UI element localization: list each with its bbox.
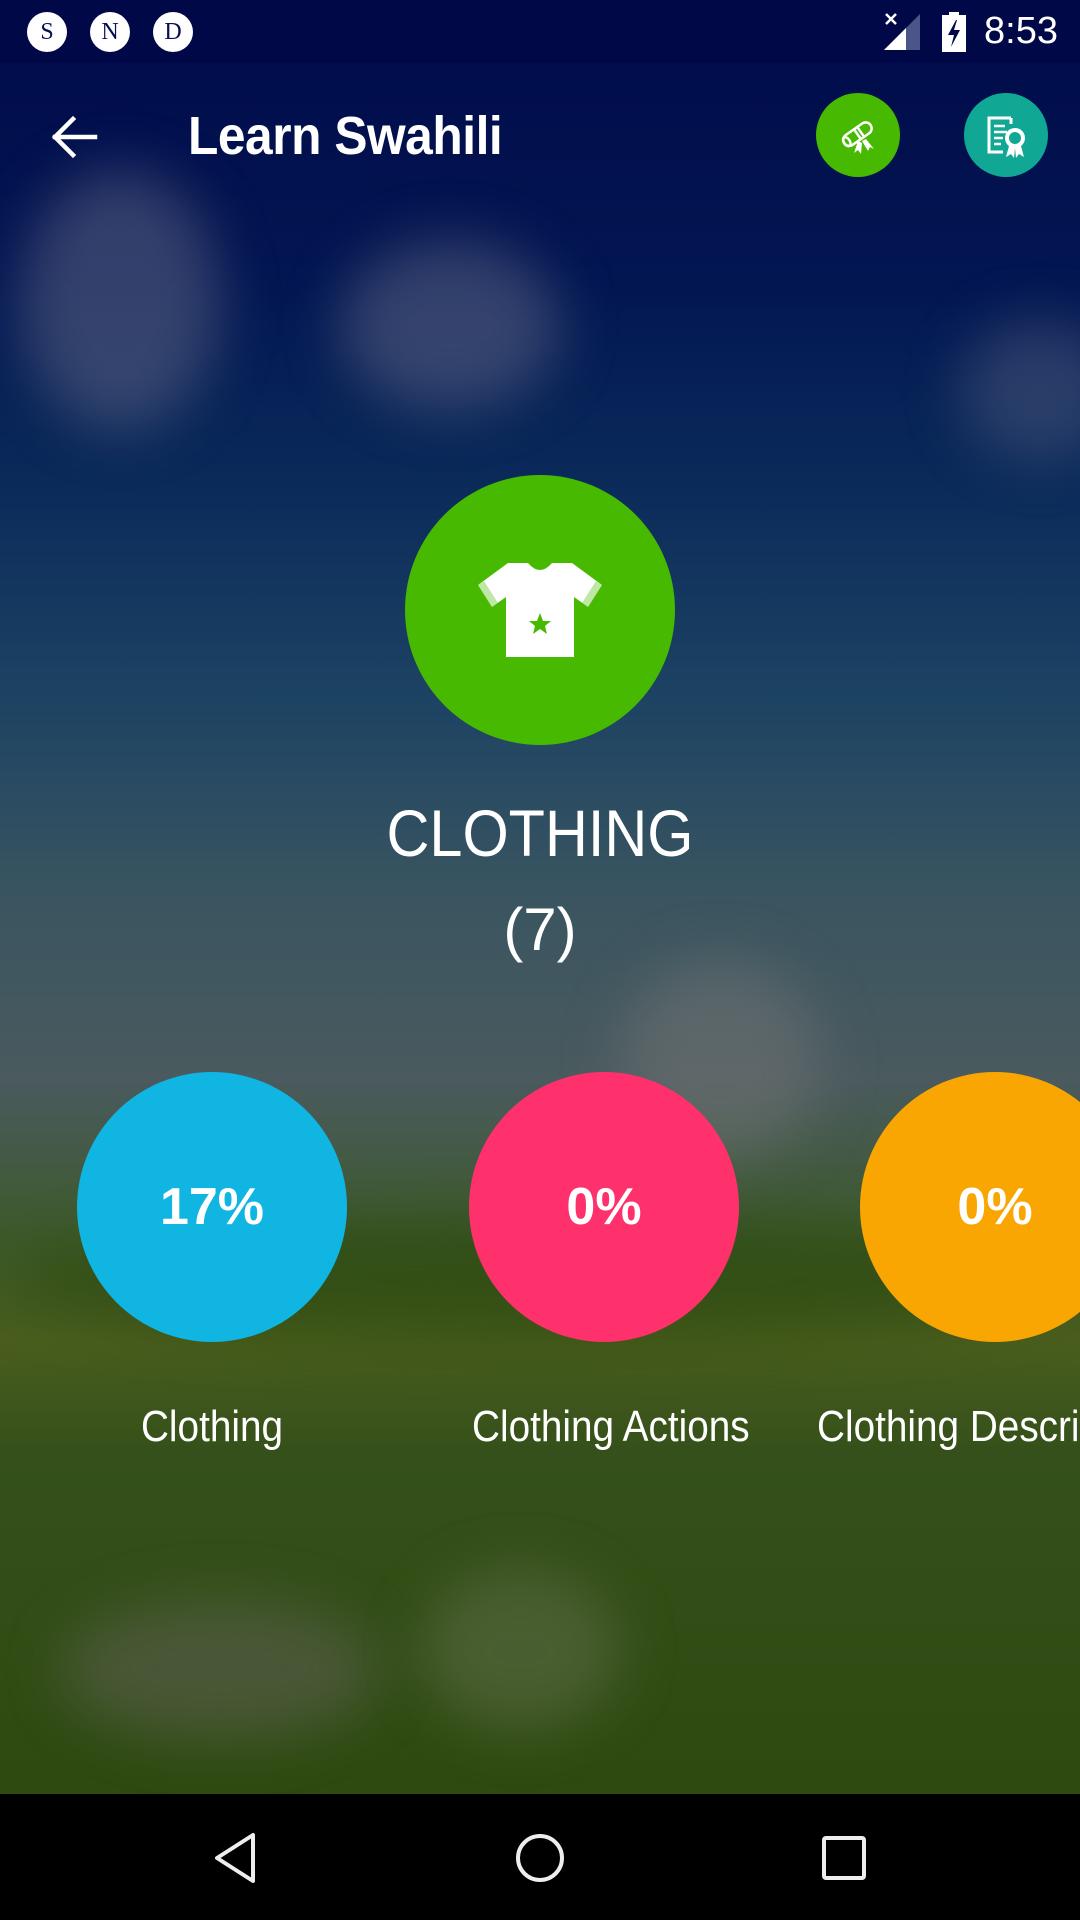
tshirt-icon (478, 563, 602, 657)
status-bar: S N D 8:53 (0, 0, 1080, 63)
cloud-blur (340, 240, 560, 410)
cloud-blur (960, 320, 1080, 460)
nav-home-icon (516, 1834, 564, 1882)
category-name: CLOTHING (386, 796, 694, 870)
notification-n-icon: N (90, 12, 130, 52)
lesson-progress-circle[interactable]: 17% (77, 1072, 347, 1342)
nav-back-icon (215, 1833, 255, 1883)
lesson-label: Clothing Actions (472, 1402, 750, 1451)
lesson-card-clothing-actions[interactable]: 0% Clothing Actions (454, 1072, 754, 1452)
notification-letter: N (101, 18, 119, 45)
certificate-button[interactable] (964, 93, 1048, 177)
clock: 8:53 (984, 10, 1058, 52)
notification-letter: D (164, 18, 182, 45)
lesson-progress-text: 17% (159, 1178, 265, 1236)
arrow-back-icon (51, 115, 98, 159)
notification-s-icon: S (27, 12, 67, 52)
category-word-count: (7) (503, 896, 577, 963)
lesson-progress-circle[interactable]: 0% (860, 1072, 1080, 1342)
notification-d-icon: D (153, 12, 193, 52)
lesson-label: Clothing Description (817, 1402, 1080, 1451)
lesson-progress-text: 0% (566, 1178, 642, 1236)
category-icon-circle (405, 475, 675, 745)
diploma-scroll-icon (841, 121, 874, 154)
flowers-blur (420, 1570, 620, 1730)
nav-back-button[interactable] (196, 1822, 276, 1894)
navigation-bar (0, 1794, 1080, 1920)
notification-letter: S (40, 18, 54, 45)
toolbar: Learn Swahili (0, 63, 1080, 210)
nav-recents-button[interactable] (804, 1822, 884, 1894)
signal-no-service-icon (884, 12, 921, 50)
lesson-progress-text: 0% (957, 1178, 1033, 1236)
flowers-blur (60, 1600, 380, 1740)
nav-home-button[interactable] (500, 1822, 580, 1894)
status-indicators: 8:53 (884, 0, 1058, 63)
lesson-card-clothing[interactable]: 17% Clothing (62, 1072, 362, 1452)
battery-charging-icon (942, 11, 967, 52)
lesson-label: Clothing (140, 1402, 284, 1451)
back-button[interactable] (40, 103, 108, 171)
diploma-button[interactable] (816, 93, 900, 177)
app-title: Learn Swahili (188, 106, 503, 166)
certificate-icon (987, 116, 1025, 158)
nav-recents-icon (822, 1836, 866, 1880)
lesson-card-clothing-description[interactable]: 0% Clothing Description (817, 1072, 1080, 1452)
lesson-progress-circle[interactable]: 0% (469, 1072, 739, 1342)
